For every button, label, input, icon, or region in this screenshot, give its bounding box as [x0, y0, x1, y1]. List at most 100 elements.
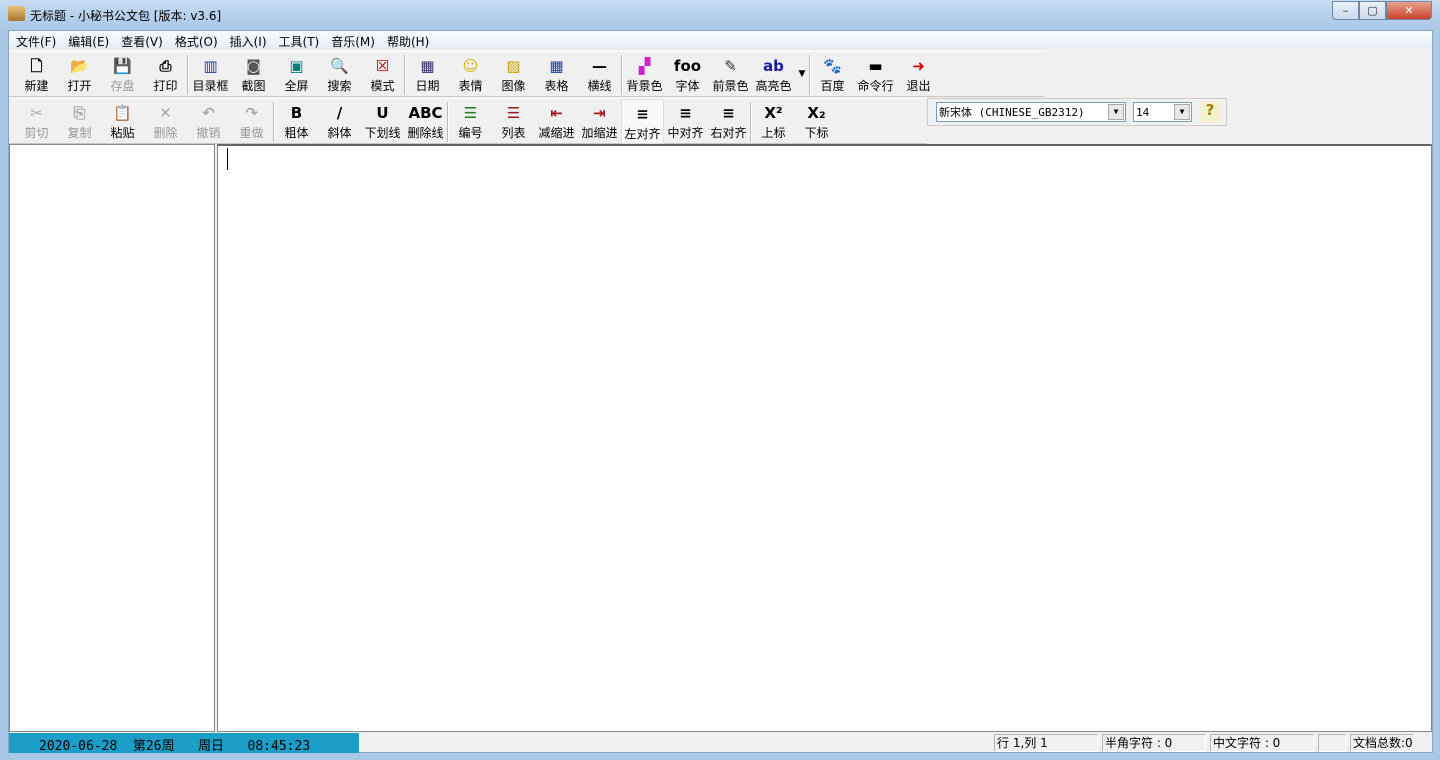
format-toolbar: ✂ 剪切 ⎘ 复制 📋 粘贴 ✕ 删除 ↶ 撤销 ↷ 重做 B 粗体 / 斜体 U 下划线 ABC 删除线 ☰ 编号 ☰ 列表…: [9, 98, 927, 144]
toolbar-button-label: 斜体: [327, 126, 352, 140]
toolbar-button-bold[interactable]: B 粗体: [275, 99, 318, 144]
menu-item[interactable]: 文件(F): [11, 31, 63, 49]
toolbar-button-horizontal-line[interactable]: — 横线: [578, 52, 621, 97]
toolbar-button-label: 高亮色: [755, 79, 792, 93]
toolbar-button-label: 退出: [906, 79, 931, 93]
menu-item[interactable]: 音乐(M): [326, 31, 382, 49]
title-bar: 无标题 - 小秘书公文包 [版本: v3.6] – ▢ ✕: [0, 0, 1440, 30]
background-color-icon: ▞: [638, 57, 651, 75]
toolbar-button-align-left[interactable]: ≡ 左对齐: [621, 99, 664, 144]
toolbar-button-paste[interactable]: 📋 粘贴: [101, 99, 144, 144]
toolbar-button-table[interactable]: ▦ 表格: [535, 52, 578, 97]
toolbar-button-label: 删除线: [407, 126, 444, 140]
toolbar-button-screenshot[interactable]: ◙ 截图: [232, 52, 275, 97]
toolbar-button-bullet-list[interactable]: ☰ 列表: [492, 99, 535, 144]
toolbar-button-label: 上标: [761, 126, 786, 140]
toolbar-button-save[interactable]: 💾 存盘: [101, 52, 144, 97]
font-family-select[interactable]: 新宋体 (CHINESE_GB2312) ▼: [936, 102, 1126, 122]
toolbar-button-copy[interactable]: ⎘ 复制: [58, 99, 101, 144]
toolbar-button-increase-indent[interactable]: ⇥ 加缩进: [578, 99, 621, 144]
toolbar-button-baidu-paw[interactable]: 🐾 百度: [811, 52, 854, 97]
minimize-button[interactable]: –: [1332, 1, 1359, 20]
toolbar-button-label: 编号: [458, 126, 483, 140]
maximize-button[interactable]: ▢: [1359, 1, 1386, 20]
toolbar-button-new-file[interactable]: 🗋 新建: [15, 52, 58, 97]
align-center-icon: ≡: [679, 104, 692, 122]
toolbar-button-highlight-color[interactable]: ab 高亮色: [752, 52, 795, 97]
toolbar-button-smiley[interactable]: ☺ 表情: [449, 52, 492, 97]
screenshot-icon: ◙: [246, 57, 261, 75]
main-toolbar: 🗋 新建 📂 打开 💾 存盘 ⎙ 打印 ▥ 目录框 ◙ 截图 ▣ 全屏 🔍 搜索 ☒ 模式 ▦ 日期 ☺ 表情 ▨ 图像 ▦ 表格…: [9, 51, 1044, 97]
toolbar-button-align-center[interactable]: ≡ 中对齐: [664, 99, 707, 144]
font-size-select[interactable]: 14 ▼: [1133, 102, 1192, 122]
help-icon[interactable]: ?: [1199, 101, 1221, 123]
close-button[interactable]: ✕: [1386, 1, 1432, 20]
toolbar-button-label: 表格: [544, 79, 569, 93]
bold-icon: B: [290, 104, 303, 122]
toolbar-button-italic[interactable]: / 斜体: [318, 99, 361, 144]
superscript-icon: X²: [764, 104, 783, 122]
toolbar-button-label: 列表: [501, 126, 526, 140]
toolbar-button-underline[interactable]: U 下划线: [361, 99, 404, 144]
toolbar-button-fullscreen[interactable]: ▣ 全屏: [275, 52, 318, 97]
menu-item[interactable]: 插入(I): [225, 31, 274, 49]
toolbar-button-superscript[interactable]: X² 上标: [752, 99, 795, 144]
save-icon: 💾: [113, 57, 132, 75]
toolbar-button-exit[interactable]: ➜ 退出: [897, 52, 940, 97]
cursor-position: 行 1,列 1: [994, 734, 1098, 752]
toolbar-button-strikethrough[interactable]: ABC 删除线: [404, 99, 447, 144]
mode-icon: ☒: [375, 57, 390, 75]
toolbar-button-redo[interactable]: ↷ 重做: [230, 99, 273, 144]
document-editor[interactable]: [217, 144, 1432, 732]
toolbar-button-label: 下标: [804, 126, 829, 140]
underline-icon: U: [376, 104, 389, 122]
toolbar-button-mode[interactable]: ☒ 模式: [361, 52, 404, 97]
highlight-color-icon: ab: [763, 57, 784, 75]
toolbar-button-font[interactable]: foo 字体: [666, 52, 709, 97]
toolbar-button-numbered-list[interactable]: ☰ 编号: [449, 99, 492, 144]
directory-panel[interactable]: [9, 144, 215, 732]
menu-item[interactable]: 查看(V): [116, 31, 170, 49]
menu-item[interactable]: 帮助(H): [382, 31, 436, 49]
calendar-icon: ▦: [420, 57, 435, 75]
toolbar-button-calendar[interactable]: ▦ 日期: [406, 52, 449, 97]
toolbar-button-decrease-indent[interactable]: ⇤ 减缩进: [535, 99, 578, 144]
toolbar-button-label: 前景色: [712, 79, 749, 93]
toolbar-button-label: 打开: [67, 79, 92, 93]
toolbar-button-background-color[interactable]: ▞ 背景色: [623, 52, 666, 97]
toolbar-button-label: 粘贴: [110, 126, 135, 140]
toolbar-button-printer[interactable]: ⎙ 打印: [144, 52, 187, 97]
toolbar-button-label: 模式: [370, 79, 395, 93]
toolbar-button-open-folder[interactable]: 📂 打开: [58, 52, 101, 97]
toolbar-button-directory-panel[interactable]: ▥ 目录框: [189, 52, 232, 97]
window-title: 无标题 - 小秘书公文包 [版本: v3.6]: [30, 9, 222, 23]
toolbar-button-align-right[interactable]: ≡ 右对齐: [707, 99, 750, 144]
toolbar-button-subscript[interactable]: X₂ 下标: [795, 99, 838, 144]
resize-grip-icon[interactable]: [1416, 733, 1432, 753]
foreground-color-icon: ✎: [724, 57, 737, 75]
chevron-down-icon[interactable]: ▼: [1174, 104, 1190, 120]
toolbar-button-foreground-color[interactable]: ✎ 前景色: [709, 52, 752, 97]
open-folder-icon: 📂: [70, 57, 89, 75]
toolbar-button-command-line[interactable]: ▬ 命令行: [854, 52, 897, 97]
toolbar-button-label: 日期: [415, 79, 440, 93]
toolbar-button-label: 存盘: [110, 79, 135, 93]
decrease-indent-icon: ⇤: [550, 104, 563, 122]
toolbar-button-delete[interactable]: ✕ 删除: [144, 99, 187, 144]
table-icon: ▦: [549, 57, 564, 75]
toolbar-button-image[interactable]: ▨ 图像: [492, 52, 535, 97]
document-count: 文档总数:0: [1350, 734, 1414, 752]
toolbar-button-undo[interactable]: ↶ 撤销: [187, 99, 230, 144]
toolbar-button-search[interactable]: 🔍 搜索: [318, 52, 361, 97]
toolbar-button-cut[interactable]: ✂ 剪切: [15, 99, 58, 144]
toolbar-button-label: 目录框: [192, 79, 229, 93]
toolbar-button-label: 截图: [241, 79, 266, 93]
menu-item[interactable]: 格式(O): [170, 31, 225, 49]
toolbar-button-label: 右对齐: [710, 126, 747, 140]
bullet-list-icon: ☰: [506, 104, 521, 122]
chevron-down-icon[interactable]: ▼: [1108, 104, 1124, 120]
menu-item[interactable]: 工具(T): [274, 31, 327, 49]
menu-item[interactable]: 编辑(E): [63, 31, 116, 49]
toolbar-button-label: 复制: [67, 126, 92, 140]
more-dropdown-icon[interactable]: ▼: [795, 52, 809, 96]
